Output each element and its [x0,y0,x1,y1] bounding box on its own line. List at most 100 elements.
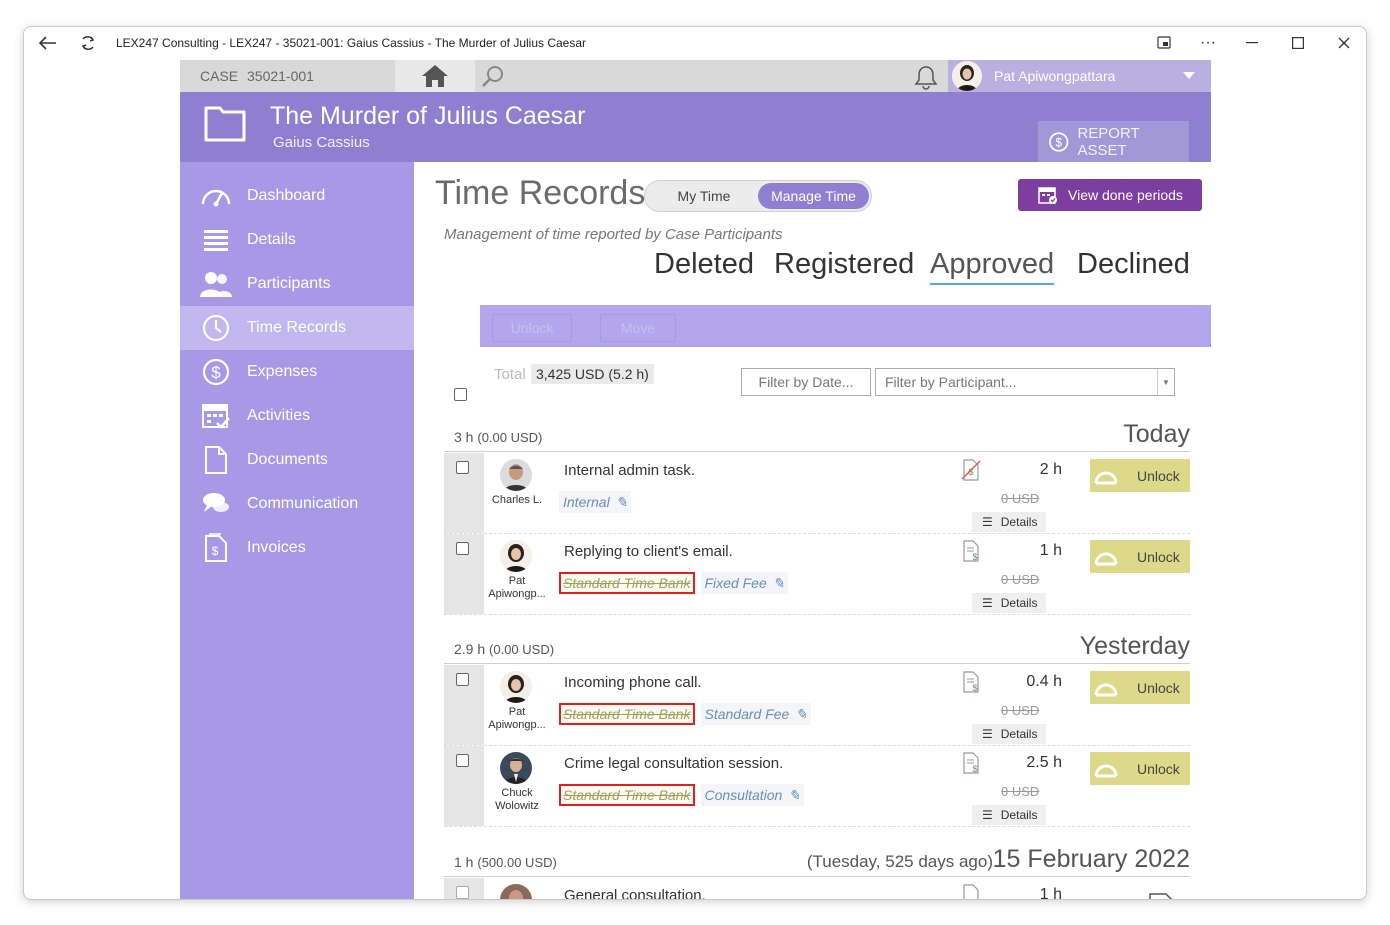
user-name: Pat Apiwongpattara [994,68,1116,84]
record-amount: 0 USD [1001,572,1040,587]
record-tags: Internal ✎ [559,491,632,513]
pencil-icon[interactable]: ✎ [788,787,800,804]
filter-date-input[interactable]: Filter by Date... [741,368,871,396]
unlock-button[interactable]: Unlock [1090,540,1190,573]
list-icon: ☰ [982,515,993,529]
group-days-ago: (Tuesday, 525 days ago) [806,852,993,871]
view-done-periods-button[interactable]: View done periods [1018,179,1202,211]
row-checkbox[interactable] [456,461,469,474]
pencil-icon[interactable]: ✎ [616,494,628,511]
page-subtitle: Management of time reported by Case Part… [444,226,783,243]
window-title: LEX247 Consulting - LEX247 - 35021-001: … [116,36,587,50]
tab-manage-time[interactable]: Manage Time [758,183,869,209]
details-button[interactable]: ☰ Details [972,805,1046,825]
sidebar-item-expenses[interactable]: $ Expenses [180,350,414,394]
details-button[interactable]: ☰ Details [972,593,1046,613]
more-icon[interactable]: ··· [1186,27,1230,59]
tab-my-time[interactable]: My Time [653,181,755,211]
unlock-button[interactable]: Unlock [1090,671,1190,704]
chevron-down-icon[interactable]: ▼ [1157,369,1174,395]
fee-label: Consultation [704,787,783,803]
record-hours: 0.4 h [1026,673,1062,690]
time-record-row[interactable]: General consultation. 1 h [444,878,1190,900]
sidebar-item-details[interactable]: Details [180,218,414,262]
action-bar-corner [1210,345,1211,360]
record-hours: 1 h [1039,542,1062,559]
time-record-row[interactable]: Chuck Wolowitz Crime legal consultation … [444,746,1190,827]
main-content: Time Records My Time Manage Time View do… [414,162,1211,900]
record-amount: 0 USD [1001,491,1040,506]
record-description: Internal admin task. [564,462,695,479]
filter-participant-select[interactable]: Filter by Participant... ▼ [875,368,1175,396]
lock-icon[interactable] [1148,886,1174,900]
avatar [500,671,532,703]
minimize-icon[interactable] [1230,27,1274,59]
time-bank-tag[interactable]: Standard Time Bank [559,703,695,725]
sidebar-item-communication[interactable]: Communication [180,482,414,526]
unlock-button[interactable]: Unlock [1090,459,1190,492]
time-bank-tag[interactable]: Standard Time Bank [559,572,695,594]
group-day: Yesterday [1079,632,1190,660]
bulk-move-button[interactable]: Move [600,314,676,342]
sidebar-item-documents[interactable]: Documents [180,438,414,482]
time-record-row[interactable]: Charles L. Internal admin task. Internal… [444,453,1190,534]
unlock-icon [1094,764,1118,778]
record-tags: Standard Time Bank Fixed Fee ✎ [559,572,789,594]
tab-declined[interactable]: Declined [1077,248,1190,281]
group-day: Today [1123,420,1190,448]
report-asset-button[interactable]: $ REPORT ASSET [1038,121,1189,162]
details-label: Details [1000,515,1038,529]
sidebar-item-participants[interactable]: Participants [180,262,414,306]
details-label: Details [1000,727,1038,741]
dollar-circle-icon: $ [200,357,232,387]
pencil-icon[interactable]: ✎ [795,706,807,723]
sidebar-item-label: Details [247,231,296,248]
cast-icon[interactable] [1142,27,1186,59]
time-record-row[interactable]: Pat Apiwongp... Replying to client's ema… [444,534,1190,615]
row-checkbox[interactable] [456,542,469,555]
bell-icon[interactable] [913,64,939,90]
sidebar-item-activities[interactable]: Activities [180,394,414,438]
close-icon[interactable] [1322,27,1366,59]
details-button[interactable]: ☰ Details [972,724,1046,744]
row-checkbox[interactable] [456,886,469,899]
fee-tag[interactable]: Consultation ✎ [700,784,805,806]
billable-icon: $ [963,671,979,693]
bulk-unlock-button[interactable]: Unlock [492,314,572,342]
details-button[interactable]: ☰ Details [972,512,1046,532]
sidebar-item-invoices[interactable]: $ Invoices [180,526,414,570]
svg-text:$: $ [1055,136,1062,149]
pencil-icon[interactable]: ✎ [773,575,785,592]
home-icon[interactable] [421,64,449,88]
tab-registered[interactable]: Registered [774,248,914,281]
chevron-down-icon[interactable] [1183,72,1195,79]
user-menu[interactable]: Pat Apiwongpattara [948,60,1211,92]
record-amount: 0 USD [1001,703,1040,718]
time-bank-tag[interactable]: Standard Time Bank [559,784,695,806]
sidebar-item-time-records[interactable]: Time Records [180,306,414,350]
avatar [500,540,532,572]
case-label: CASE [200,68,239,84]
select-all-checkbox[interactable] [454,388,467,401]
fee-tag[interactable]: Internal ✎ [559,491,632,513]
tab-approved[interactable]: Approved [930,248,1055,285]
participant-name: Charles L. [491,494,543,506]
time-record-row[interactable]: Pat Apiwongp... Incoming phone call. Sta… [444,665,1190,746]
fee-tag[interactable]: Standard Fee ✎ [700,703,812,725]
maximize-icon[interactable] [1276,27,1320,59]
app-window: LEX247 Consulting - LEX247 - 35021-001: … [23,26,1367,900]
billable-icon [963,884,979,899]
tab-deleted[interactable]: Deleted [654,248,754,281]
row-checkbox[interactable] [456,673,469,686]
row-checkbox[interactable] [456,754,469,767]
time-mode-toggle: My Time Manage Time [644,180,872,212]
unlock-button[interactable]: Unlock [1090,752,1190,785]
fee-tag[interactable]: Fixed Fee ✎ [700,572,789,594]
sidebar-item-dashboard[interactable]: Dashboard [180,174,414,218]
back-icon[interactable] [26,27,70,59]
search-icon[interactable] [480,64,506,88]
group-header-today: 3 h (0.00 USD) Today [444,420,1190,452]
refresh-icon[interactable] [66,27,110,59]
group-amount: (500.00 USD) [477,855,557,870]
unlock-icon [1094,683,1118,697]
